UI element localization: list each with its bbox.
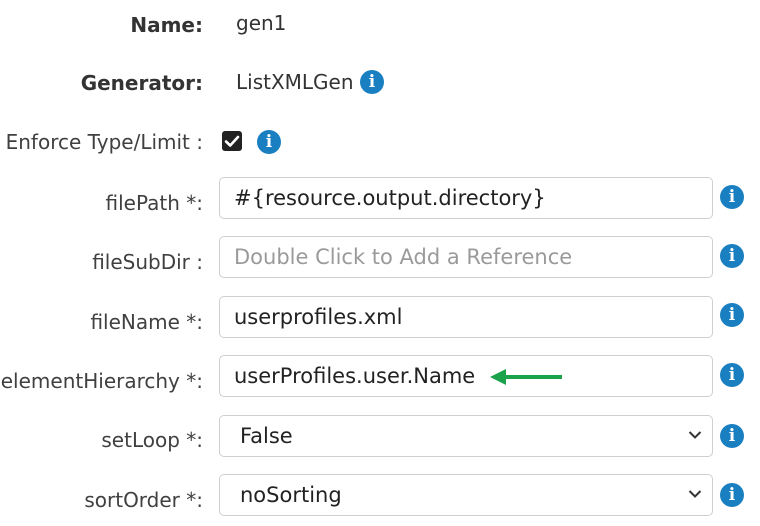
chevron-down-icon — [688, 490, 702, 498]
filesubdir-label: fileSubDir : — [92, 250, 203, 274]
info-icon[interactable]: i — [720, 244, 744, 268]
generator-value: ListXMLGen — [236, 70, 354, 94]
filesubdir-input[interactable] — [219, 236, 713, 278]
info-icon[interactable]: i — [720, 424, 744, 448]
name-value: gen1 — [236, 11, 287, 35]
filename-input[interactable] — [219, 296, 713, 338]
setloop-select[interactable]: False — [219, 415, 713, 457]
sortorder-select[interactable]: noSorting — [219, 474, 713, 516]
setloop-label: setLoop *: — [101, 428, 203, 452]
filename-label: fileName *: — [90, 310, 203, 334]
info-icon[interactable]: i — [720, 303, 744, 327]
enforce-checkbox[interactable] — [222, 131, 242, 151]
sortorder-label: sortOrder *: — [84, 488, 203, 512]
filepath-label: filePath *: — [105, 191, 204, 215]
elementhierarchy-label: elementHierarchy *: — [0, 369, 203, 393]
checkmark-icon — [224, 135, 240, 147]
chevron-down-icon — [688, 431, 702, 439]
sortorder-selected: noSorting — [240, 483, 342, 507]
filepath-input[interactable] — [219, 177, 713, 219]
elementhierarchy-input[interactable] — [219, 355, 713, 397]
info-icon[interactable]: i — [720, 185, 744, 209]
info-icon[interactable]: i — [257, 130, 281, 154]
info-icon[interactable]: i — [720, 483, 744, 507]
generator-label: Generator: — [80, 71, 203, 95]
info-icon[interactable]: i — [360, 70, 384, 94]
enforce-label: Enforce Type/Limit : — [5, 130, 203, 154]
name-label: Name: — [130, 13, 203, 37]
arrow-left-icon — [490, 369, 562, 385]
info-icon[interactable]: i — [720, 363, 744, 387]
setloop-selected: False — [240, 424, 293, 448]
